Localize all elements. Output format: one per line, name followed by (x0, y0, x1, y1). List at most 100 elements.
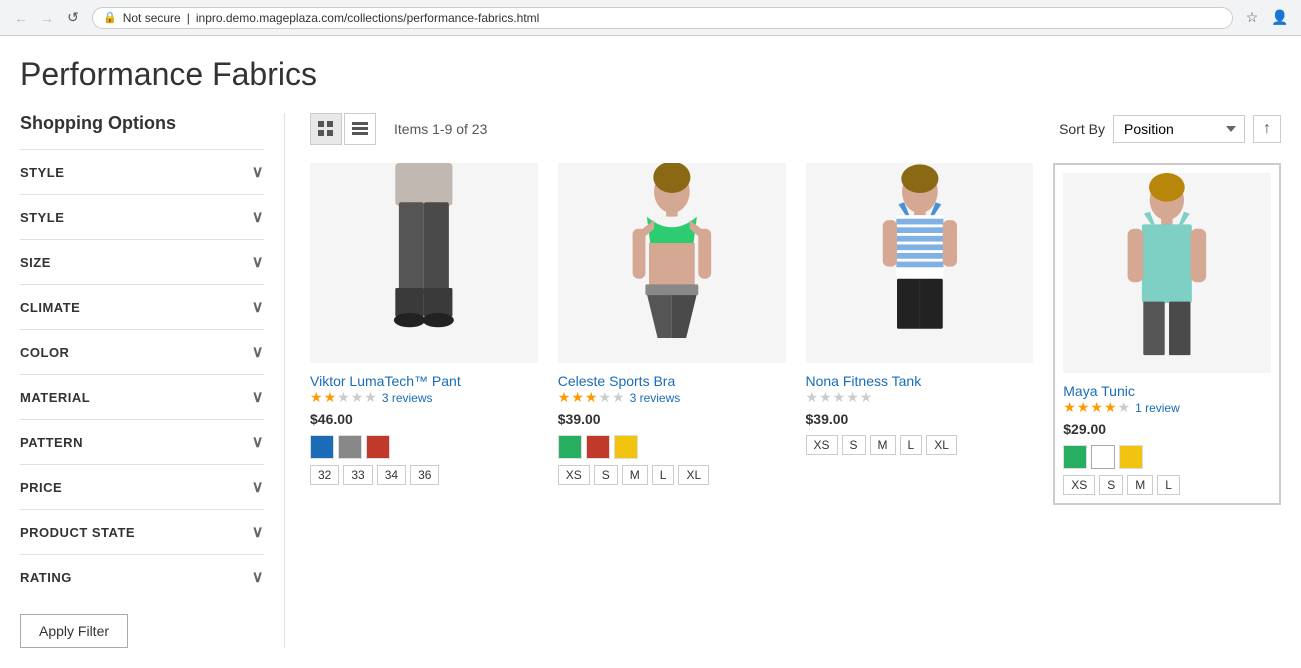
filter-header-material[interactable]: MATERIAL ∨ (20, 375, 264, 419)
star-1-4: ★ (351, 389, 364, 406)
chevron-down-icon-8: ∨ (252, 477, 264, 497)
size-34[interactable]: 34 (377, 465, 406, 485)
size-33[interactable]: 33 (343, 465, 372, 485)
filter-header-climate[interactable]: CLIMATE ∨ (20, 285, 264, 329)
filter-material: MATERIAL ∨ (20, 374, 264, 419)
product-card-3: Nona Fitness Tank ★ ★ ★ ★ ★ $39.00 XS (806, 163, 1034, 505)
star-1-5: ★ (364, 389, 377, 406)
color-swatches-1 (310, 435, 538, 459)
product-name-2[interactable]: Celeste Sports Bra (558, 373, 676, 389)
chevron-down-icon-7: ∨ (252, 432, 264, 452)
filter-header-rating[interactable]: RATING ∨ (20, 555, 264, 599)
product-price-3: $39.00 (806, 411, 1034, 427)
product-img-svg-1 (310, 163, 538, 363)
product-name-4[interactable]: Maya Tunic (1063, 383, 1135, 399)
swatch-1-blue[interactable] (310, 435, 334, 459)
size-xs-4[interactable]: XS (1063, 475, 1095, 495)
size-32[interactable]: 32 (310, 465, 339, 485)
star-2-4: ★ (598, 389, 611, 406)
filter-rating: RATING ∨ (20, 554, 264, 599)
view-toggle (310, 113, 376, 145)
size-xl-2[interactable]: XL (678, 465, 709, 485)
filter-pattern: PATTERN ∨ (20, 419, 264, 464)
filter-label-price: PRICE (20, 480, 62, 495)
product-name-1[interactable]: Viktor LumaTech™ Pant (310, 373, 461, 389)
size-s-4[interactable]: S (1099, 475, 1123, 495)
swatch-4-green[interactable] (1063, 445, 1087, 469)
filter-label-product-state: PRODUCT STATE (20, 525, 135, 540)
size-m-4[interactable]: M (1127, 475, 1153, 495)
star-3-4: ★ (846, 389, 859, 406)
size-m-3[interactable]: M (870, 435, 896, 455)
product-image-3[interactable] (806, 163, 1034, 363)
size-swatches-4: XS S M L (1063, 475, 1271, 495)
review-count-1[interactable]: 3 reviews (382, 391, 433, 405)
back-button[interactable]: ← (10, 7, 32, 29)
grid-view-icon (318, 121, 334, 137)
filter-header-product-state[interactable]: PRODUCT STATE ∨ (20, 510, 264, 554)
stars-row-1: ★ ★ ★ ★ ★ 3 reviews (310, 389, 538, 406)
filter-header-price[interactable]: PRICE ∨ (20, 465, 264, 509)
filter-style1: STYLE ∨ (20, 149, 264, 194)
swatch-2-red[interactable] (586, 435, 610, 459)
chevron-down-icon-3: ∨ (252, 252, 264, 272)
filter-header-pattern[interactable]: PATTERN ∨ (20, 420, 264, 464)
size-m-2[interactable]: M (622, 465, 648, 485)
product-price-1: $46.00 (310, 411, 538, 427)
url-text: Not secure (123, 11, 181, 25)
filter-header-color[interactable]: COLOR ∨ (20, 330, 264, 374)
forward-button[interactable]: → (36, 7, 58, 29)
swatch-1-red[interactable] (366, 435, 390, 459)
page-title: Performance Fabrics (20, 56, 1281, 93)
size-xs-3[interactable]: XS (806, 435, 838, 455)
chevron-down-icon-10: ∨ (252, 567, 264, 587)
star-3-5: ★ (860, 389, 873, 406)
reload-button[interactable]: ↺ (62, 7, 84, 29)
swatch-4-white[interactable] (1091, 445, 1115, 469)
star-3-1: ★ (806, 389, 819, 406)
size-swatches-2: XS S M L XL (558, 465, 786, 485)
filter-header-size[interactable]: SIZE ∨ (20, 240, 264, 284)
filter-label-pattern: PATTERN (20, 435, 83, 450)
product-image-2[interactable] (558, 163, 786, 363)
profile-button[interactable]: 👤 (1269, 7, 1291, 29)
swatch-2-green[interactable] (558, 435, 582, 459)
star-2-3: ★ (585, 389, 598, 406)
filter-header-style1[interactable]: STYLE ∨ (20, 150, 264, 194)
url-address: inpro.demo.mageplaza.com/collections/per… (196, 11, 539, 25)
size-xs-2[interactable]: XS (558, 465, 590, 485)
sort-area: Sort By Position Product Name Price ↑ (1059, 115, 1281, 143)
product-image-1[interactable] (310, 163, 538, 363)
product-card-2: Celeste Sports Bra ★ ★ ★ ★ ★ 3 reviews $… (558, 163, 786, 505)
filter-label-size: SIZE (20, 255, 51, 270)
sidebar-title: Shopping Options (20, 113, 264, 134)
swatch-4-yellow[interactable] (1119, 445, 1143, 469)
product-price-2: $39.00 (558, 411, 786, 427)
browser-action-buttons: ☆ 👤 (1241, 7, 1291, 29)
size-l-4[interactable]: L (1157, 475, 1180, 495)
bookmark-button[interactable]: ☆ (1241, 7, 1263, 29)
swatch-1-gray[interactable] (338, 435, 362, 459)
sort-direction-button[interactable]: ↑ (1253, 115, 1281, 143)
review-count-4[interactable]: 1 review (1135, 401, 1180, 415)
list-view-button[interactable] (344, 113, 376, 145)
size-l-2[interactable]: L (652, 465, 675, 485)
star-4-2: ★ (1077, 399, 1090, 416)
address-bar[interactable]: 🔒 Not secure | inpro.demo.mageplaza.com/… (92, 7, 1233, 29)
product-name-3[interactable]: Nona Fitness Tank (806, 373, 922, 389)
stars-row-4: ★ ★ ★ ★ ★ 1 review (1063, 399, 1271, 416)
size-s-2[interactable]: S (594, 465, 618, 485)
product-card-4: Maya Tunic ★ ★ ★ ★ ★ 1 review $29.00 (1053, 163, 1281, 505)
filter-header-style2[interactable]: STYLE ∨ (20, 195, 264, 239)
product-image-4[interactable] (1063, 173, 1271, 373)
size-xl-3[interactable]: XL (926, 435, 957, 455)
swatch-2-yellow[interactable] (614, 435, 638, 459)
size-l-3[interactable]: L (900, 435, 923, 455)
grid-view-button[interactable] (310, 113, 342, 145)
url-separator: | (187, 11, 190, 25)
size-s-3[interactable]: S (842, 435, 866, 455)
review-count-2[interactable]: 3 reviews (630, 391, 681, 405)
sort-select[interactable]: Position Product Name Price (1113, 115, 1245, 143)
size-36[interactable]: 36 (410, 465, 439, 485)
sidebar: Shopping Options STYLE ∨ STYLE ∨ SIZE ∨ (20, 113, 285, 648)
